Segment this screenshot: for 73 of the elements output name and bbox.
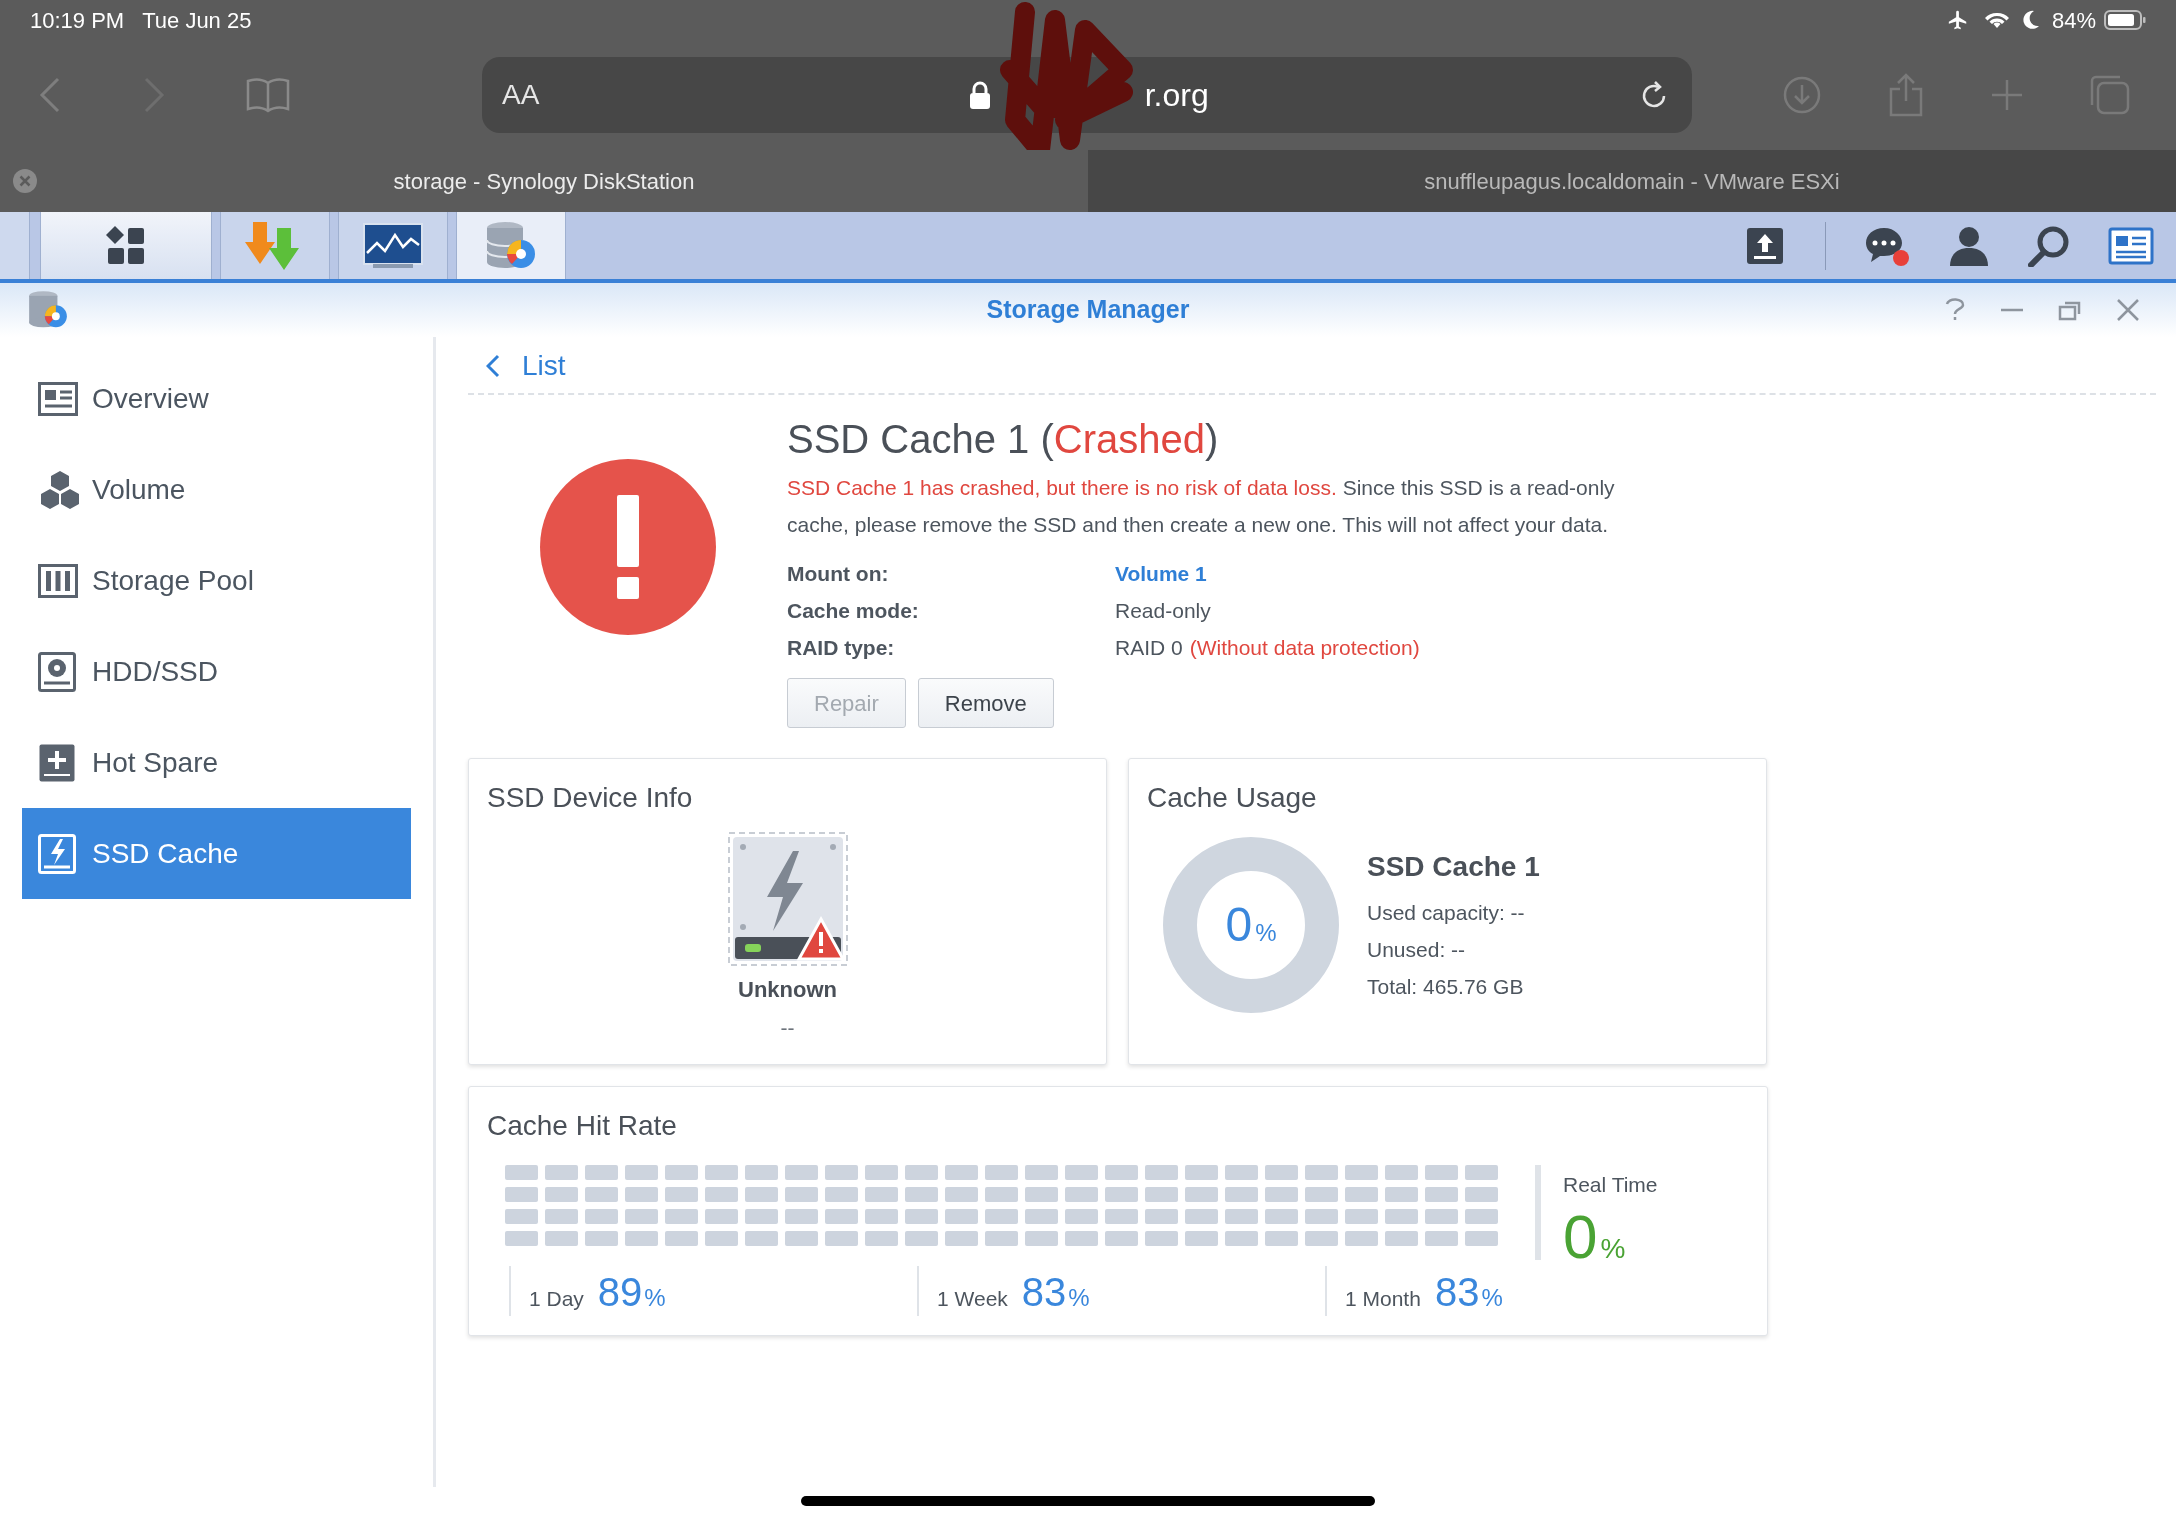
- bookmarks-icon[interactable]: [246, 77, 290, 113]
- user-icon[interactable]: [1948, 224, 1990, 267]
- show-desktop-button[interactable]: [0, 212, 30, 279]
- search-icon[interactable]: [2028, 224, 2070, 267]
- device-name: Unknown: [738, 976, 837, 1004]
- property-value: RAID 0: [1115, 634, 1183, 661]
- period-label: 1 Week: [937, 1285, 1008, 1312]
- grid-icon: [105, 224, 147, 267]
- volume-link[interactable]: Volume 1: [1115, 557, 1207, 590]
- text-size-button[interactable]: AA: [502, 74, 540, 116]
- cubes-icon: [38, 469, 82, 510]
- sidebar-item[interactable]: SSD Cache: [22, 808, 411, 899]
- action-button[interactable]: Remove: [917, 678, 1054, 728]
- close-icon[interactable]: [2116, 298, 2140, 322]
- app-button[interactable]: [338, 212, 448, 279]
- property-label: Cache mode:: [787, 597, 920, 624]
- download-icon[interactable]: [1782, 75, 1822, 115]
- line-chart-icon: [363, 222, 423, 269]
- moon-icon: [2021, 10, 2040, 30]
- cache-title: SSD Cache 1 (Crashed): [787, 416, 1220, 463]
- help-icon[interactable]: [1944, 298, 1966, 322]
- period-label: 1 Day: [529, 1285, 584, 1312]
- property-value: Read-only: [1115, 597, 1211, 624]
- period-value: 83%: [1434, 1270, 1503, 1316]
- realtime-label: Real Time: [1563, 1172, 1658, 1198]
- ssd-warning-icon: [726, 831, 849, 967]
- usage-detail: Used capacity: --: [1367, 899, 1526, 926]
- widgets-icon[interactable]: [2108, 226, 2154, 265]
- alert-icon: [539, 459, 716, 635]
- usage-percent: 0%: [1225, 897, 1277, 953]
- address-bar[interactable]: AA r.org: [482, 57, 1692, 133]
- battery-icon: [2104, 9, 2146, 31]
- browser-tab[interactable]: snuffleupagus.localdomain - VMware ESXi: [1088, 150, 2176, 212]
- overview-icon: [38, 381, 78, 416]
- tabs-icon[interactable]: [2088, 73, 2132, 117]
- card-title: SSD Device Info: [487, 781, 694, 815]
- property-label: Mount on:: [787, 560, 890, 587]
- plus-box-icon: [38, 742, 76, 783]
- lightning-drive-icon: [38, 833, 76, 874]
- period-value: 89%: [597, 1270, 666, 1316]
- status-message: SSD Cache 1 has crashed, but there is no risk of data loss. Since this SSD is a read-only cache, please remove the SSD and then create a new one. This will not affect your data.: [787, 475, 1616, 538]
- main-menu-button[interactable]: [40, 212, 212, 279]
- usage-detail: Total: 465.76 GB: [1367, 973, 1525, 1000]
- property-note: (Without data protection): [1189, 634, 1420, 661]
- usage-detail: Unused: --: [1367, 936, 1467, 963]
- period-value: 83%: [1021, 1270, 1090, 1316]
- device-detail: --: [780, 1015, 795, 1041]
- sidebar-item[interactable]: Storage Pool: [22, 535, 411, 626]
- upload-icon[interactable]: [1745, 225, 1785, 266]
- back-icon[interactable]: [38, 75, 62, 115]
- sidebar-item[interactable]: Hot Spare: [22, 717, 411, 808]
- chevron-left-icon: [486, 354, 500, 378]
- sidebar-item[interactable]: Overview: [22, 353, 411, 444]
- sidebar-item[interactable]: Volume: [22, 444, 411, 535]
- lock-icon: [968, 80, 991, 110]
- wifi-icon: [1983, 10, 2010, 30]
- status-time: 10:19 PM: [30, 6, 125, 35]
- period-label: 1 Month: [1345, 1285, 1421, 1312]
- sidebar-item[interactable]: HDD/SSD: [22, 626, 411, 717]
- card-title: Cache Hit Rate: [487, 1109, 678, 1143]
- window-title: Storage Manager: [986, 294, 1190, 326]
- realtime-value: 0%: [1563, 1204, 1627, 1270]
- status-date: Tue Jun 25: [142, 6, 252, 35]
- card-title: Cache Usage: [1147, 781, 1318, 815]
- back-link[interactable]: List: [486, 345, 566, 387]
- share-icon[interactable]: [1888, 73, 1924, 117]
- battery-percent: 84%: [2051, 6, 2096, 35]
- cache-name: SSD Cache 1: [1367, 849, 1540, 884]
- url-text: r.org: [1144, 76, 1209, 115]
- storage-pool-icon: [38, 563, 78, 598]
- property-label: RAID type:: [787, 634, 896, 661]
- plus-icon[interactable]: [1989, 77, 2025, 113]
- close-icon[interactable]: [12, 168, 38, 194]
